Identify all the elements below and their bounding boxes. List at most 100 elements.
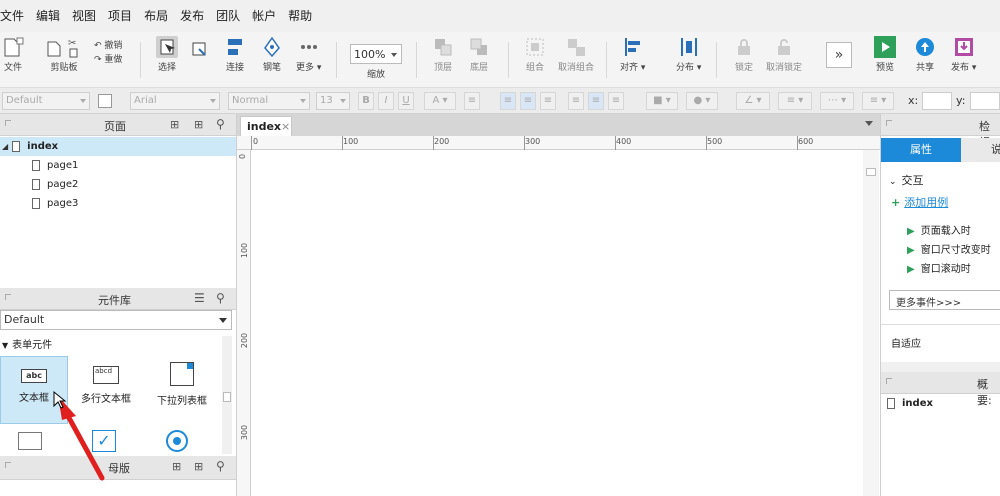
svg-text:✂: ✂: [68, 38, 76, 49]
event-item[interactable]: ▶ 窗口尺寸改变时: [907, 241, 991, 256]
align-button[interactable]: 对齐 ▾: [620, 36, 645, 73]
lock-button[interactable]: 锁定: [733, 36, 755, 73]
close-icon[interactable]: ×: [281, 120, 290, 133]
bold-button[interactable]: B: [358, 92, 374, 110]
add-page-icon[interactable]: ⊞: [170, 118, 179, 131]
menu-layout[interactable]: 布局: [138, 0, 174, 32]
add-folder-icon[interactable]: ⊞: [194, 460, 203, 473]
connect-tool-button[interactable]: 连接: [224, 36, 246, 73]
menu-account[interactable]: 帐户: [246, 0, 282, 32]
rect-tool-icon[interactable]: [190, 40, 210, 63]
x-input[interactable]: [922, 92, 952, 110]
pin-icon[interactable]: [5, 120, 11, 126]
event-item[interactable]: ▶ 窗口滚动时: [907, 260, 971, 275]
align-icon: [622, 36, 644, 58]
page-item[interactable]: page1: [0, 156, 78, 175]
font-weight-select[interactable]: Normal: [228, 92, 310, 110]
add-master-icon[interactable]: ⊞: [172, 460, 181, 473]
clipboard-button[interactable]: ✂ 剪贴板: [44, 36, 84, 73]
italic-button[interactable]: I: [378, 92, 394, 110]
style-editor-icon[interactable]: [98, 94, 112, 108]
page-item[interactable]: page2: [0, 175, 78, 194]
line-style-button[interactable]: ⋯ ▾: [820, 92, 854, 110]
add-case-link[interactable]: + 添加用例: [891, 194, 948, 210]
share-button[interactable]: 共享: [914, 36, 936, 73]
ungroup-button[interactable]: 取消组合: [558, 36, 594, 73]
chevron-right-icon[interactable]: »: [826, 42, 852, 68]
menu-publish[interactable]: 发布: [174, 0, 210, 32]
menu-team[interactable]: 团队: [210, 0, 246, 32]
scrollbar[interactable]: [222, 336, 232, 454]
menu-file[interactable]: 文件: [0, 0, 30, 32]
more-tools-button[interactable]: 更多 ▾: [296, 36, 321, 73]
outline-item[interactable]: index: [887, 398, 933, 409]
preview-button[interactable]: 预览: [874, 36, 896, 73]
tab-notes[interactable]: 说: [961, 138, 1000, 162]
bring-to-front-button[interactable]: 顶层: [432, 36, 454, 73]
pin-icon[interactable]: [886, 120, 892, 126]
widget-dropdown[interactable]: 下拉列表框: [148, 356, 216, 420]
add-folder-icon[interactable]: ⊞: [194, 118, 203, 131]
page-index[interactable]: ◢ index: [0, 137, 236, 156]
valign-middle-button[interactable]: ≡: [588, 92, 604, 110]
menu-help[interactable]: 帮助: [282, 0, 318, 32]
line-color-button[interactable]: ∠ ▾: [736, 92, 770, 110]
send-to-back-button[interactable]: 底层: [468, 36, 490, 73]
valign-bottom-button[interactable]: ≡: [608, 92, 624, 110]
library-select[interactable]: Default: [0, 310, 232, 330]
redo-button[interactable]: ↷ 重做: [94, 52, 122, 65]
page-item[interactable]: page3: [0, 194, 78, 213]
search-icon[interactable]: ⚲: [216, 459, 225, 473]
more-events-select[interactable]: 更多事件>>>: [889, 290, 1000, 310]
y-input[interactable]: [970, 92, 1000, 110]
interaction-section[interactable]: ⌄ 交互: [889, 172, 924, 188]
expand-icon[interactable]: ◢: [2, 142, 8, 151]
select-tool-button[interactable]: 选择: [156, 36, 178, 73]
line-width-button[interactable]: ≡ ▾: [778, 92, 812, 110]
font-size-select[interactable]: 13: [316, 92, 350, 110]
zoom-select[interactable]: 100%: [350, 44, 402, 64]
menu-view[interactable]: 视图: [66, 0, 102, 32]
unlock-button[interactable]: 取消锁定: [766, 36, 802, 73]
widget-group-header[interactable]: ▼ 表单元件: [2, 336, 52, 351]
download-icon: [953, 36, 975, 58]
event-item[interactable]: ▶ 页面载入时: [907, 222, 971, 237]
tab-index[interactable]: index ×: [240, 116, 292, 136]
menu-project[interactable]: 项目: [102, 0, 138, 32]
align-center-button[interactable]: ≡: [520, 92, 536, 110]
pen-tool-button[interactable]: 钢笔: [261, 36, 283, 73]
canvas-area[interactable]: index × 0 100 200 300 400 500 600 0 100 …: [236, 114, 881, 496]
fill-color-button[interactable]: ■ ▾: [646, 92, 678, 110]
align-right-button[interactable]: ≡: [540, 92, 556, 110]
tab-strip: index ×: [237, 114, 881, 136]
align-left-button[interactable]: ≡: [500, 92, 516, 110]
page-icon: [12, 141, 21, 152]
search-icon[interactable]: ⚲: [216, 291, 225, 305]
style-select[interactable]: Default: [2, 92, 90, 110]
publish-button[interactable]: 发布 ▾: [951, 36, 976, 73]
list-button[interactable]: ≡: [464, 92, 480, 110]
y-label: y:: [956, 94, 966, 107]
arrow-style-button[interactable]: ≡ ▾: [862, 92, 894, 110]
menu-edit[interactable]: 编辑: [30, 0, 66, 32]
file-button[interactable]: 文件: [2, 36, 24, 73]
valign-top-button[interactable]: ≡: [568, 92, 584, 110]
underline-button[interactable]: U: [398, 92, 414, 110]
menu-icon[interactable]: ☰: [194, 291, 205, 305]
chevron-down-icon[interactable]: [865, 121, 873, 126]
undo-button[interactable]: ↶ 撤销: [94, 38, 122, 51]
font-color-button[interactable]: A ▾: [424, 92, 456, 110]
distribute-button[interactable]: 分布 ▾: [676, 36, 701, 73]
radio-icon[interactable]: [166, 430, 188, 452]
pin-icon[interactable]: [886, 378, 892, 384]
library-panel-header: 元件库 ☰ ⚲: [0, 288, 236, 310]
pin-icon[interactable]: [5, 294, 11, 300]
font-select[interactable]: Arial: [130, 92, 220, 110]
search-icon[interactable]: ⚲: [216, 117, 225, 131]
pin-icon[interactable]: [5, 462, 11, 468]
group-button[interactable]: 组合: [524, 36, 546, 73]
tab-properties[interactable]: 属性: [881, 138, 961, 162]
listbox-widget-icon[interactable]: [18, 432, 42, 450]
canvas-scrollbar[interactable]: [863, 150, 879, 496]
shadow-button[interactable]: ● ▾: [686, 92, 718, 110]
